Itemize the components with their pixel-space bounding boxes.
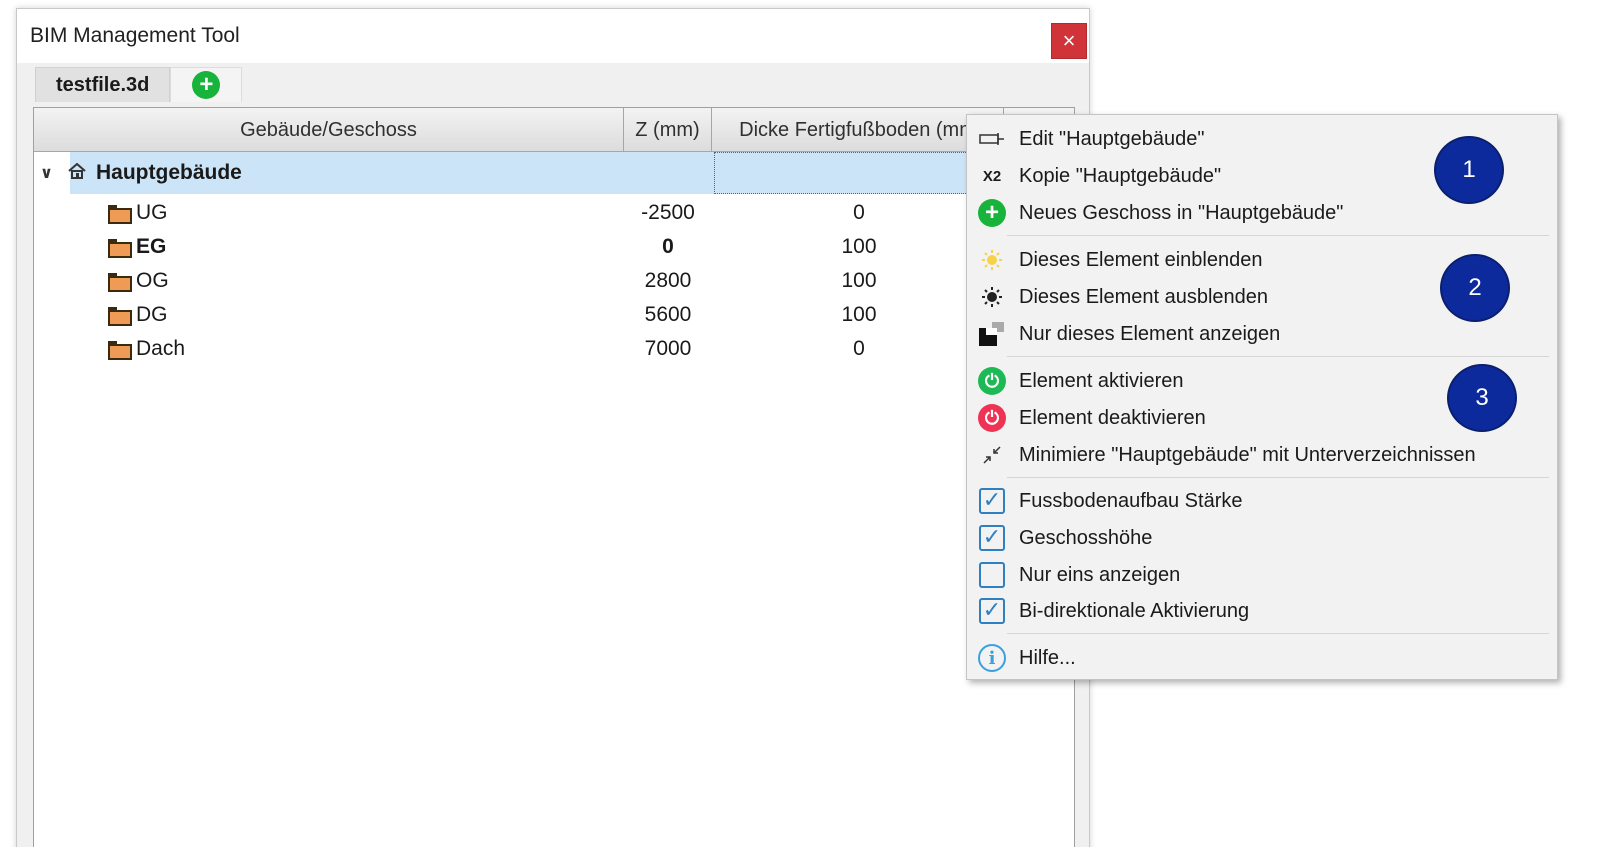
menu-item-floor-thickness[interactable]: ✓ Fussbodenaufbau Stärke <box>967 483 1557 519</box>
menu-item-bidirectional[interactable]: ✓ Bi-direktionale Aktivierung <box>967 593 1557 629</box>
menu-item-collapse[interactable]: Minimiere "Hauptgebäude" mit Unterverzei… <box>967 437 1557 473</box>
floor-name: DG <box>136 303 168 326</box>
show-icon <box>967 249 1017 271</box>
power-off-icon: ⏻ <box>967 404 1017 432</box>
floor-z: -2500 <box>641 201 695 224</box>
table-row[interactable]: DG 5600 100 <box>34 298 1074 332</box>
folder-icon <box>108 239 132 258</box>
folder-icon <box>108 205 132 224</box>
table-row[interactable]: OG 2800 100 <box>34 264 1074 298</box>
menu-item-floor-height[interactable]: ✓ Geschosshöhe <box>967 520 1557 556</box>
menu-separator <box>1007 477 1549 478</box>
tab-testfile[interactable]: testfile.3d <box>35 67 171 102</box>
column-header-building[interactable]: Gebäude/Geschoss <box>34 108 624 152</box>
floor-name: Dach <box>136 337 186 360</box>
annotation-badge-3: 3 <box>1447 364 1517 432</box>
house-icon <box>68 162 88 184</box>
checkbox-checked-icon: ✓ <box>967 525 1017 551</box>
table-row[interactable]: Dach 7000 0 <box>34 332 1074 366</box>
checkbox-unchecked-icon <box>967 562 1017 588</box>
tree-row-building[interactable]: ∨ Hauptgebäude <box>34 152 1074 194</box>
floor-name: OG <box>136 269 169 292</box>
building-tree-table: Gebäude/Geschoss Z (mm) Dicke Fertigfußb… <box>33 107 1075 847</box>
menu-separator <box>1007 356 1549 357</box>
floor-z: 2800 <box>644 269 692 292</box>
annotation-badge-2: 2 <box>1440 254 1510 322</box>
title-bar: BIM Management Tool × <box>17 9 1089 63</box>
bim-window: BIM Management Tool × testfile.3d + Gebä… <box>16 8 1090 847</box>
power-on-icon: ⏻ <box>967 367 1017 395</box>
table-row[interactable]: UG -2500 0 <box>34 196 1074 230</box>
column-header-floor-thickness[interactable]: Dicke Fertigfußboden (mm <box>712 108 1004 152</box>
hide-icon <box>967 286 1017 308</box>
add-tab-button[interactable]: + <box>170 67 243 102</box>
menu-item-help[interactable]: i Hilfe... <box>967 640 1557 676</box>
floor-z: 0 <box>662 235 674 258</box>
floor-thickness: 100 <box>841 303 877 326</box>
column-header-z[interactable]: Z (mm) <box>624 108 712 152</box>
floor-thickness: 0 <box>853 337 865 360</box>
floor-name: UG <box>136 201 168 224</box>
building-cell: ∨ Hauptgebäude <box>40 152 242 194</box>
floor-thickness: 100 <box>841 235 877 258</box>
checkbox-checked-icon: ✓ <box>967 488 1017 514</box>
checkbox-checked-icon: ✓ <box>967 598 1017 624</box>
plus-icon: + <box>192 71 221 99</box>
floor-name: EG <box>136 235 167 258</box>
table-header: Gebäude/Geschoss Z (mm) Dicke Fertigfußb… <box>34 108 1074 152</box>
folder-icon <box>108 341 132 360</box>
building-name: Hauptgebäude <box>96 161 242 184</box>
floor-thickness: 100 <box>841 269 877 292</box>
floor-z: 7000 <box>644 337 692 360</box>
add-icon: + <box>967 199 1017 227</box>
table-row[interactable]: EG 0 100 <box>34 230 1074 264</box>
info-icon: i <box>967 644 1017 672</box>
menu-item-show-one[interactable]: Nur eins anzeigen <box>967 557 1557 593</box>
menu-separator <box>1007 633 1549 634</box>
floor-z: 5600 <box>644 303 692 326</box>
focused-cell <box>714 152 972 194</box>
folder-icon <box>108 273 132 292</box>
folder-icon <box>108 307 132 326</box>
isolate-icon <box>967 321 1017 347</box>
annotation-badge-1: 1 <box>1434 136 1504 204</box>
collapse-icon <box>967 444 1017 466</box>
chevron-down-icon[interactable]: ∨ <box>40 163 60 183</box>
floor-thickness: 0 <box>853 201 865 224</box>
edit-icon <box>967 131 1017 147</box>
window-title: BIM Management Tool <box>30 24 240 47</box>
close-button[interactable]: × <box>1051 23 1087 59</box>
menu-separator <box>1007 235 1549 236</box>
copy-x2-icon: X2 <box>982 167 1002 185</box>
tab-bar: testfile.3d + <box>35 67 243 102</box>
